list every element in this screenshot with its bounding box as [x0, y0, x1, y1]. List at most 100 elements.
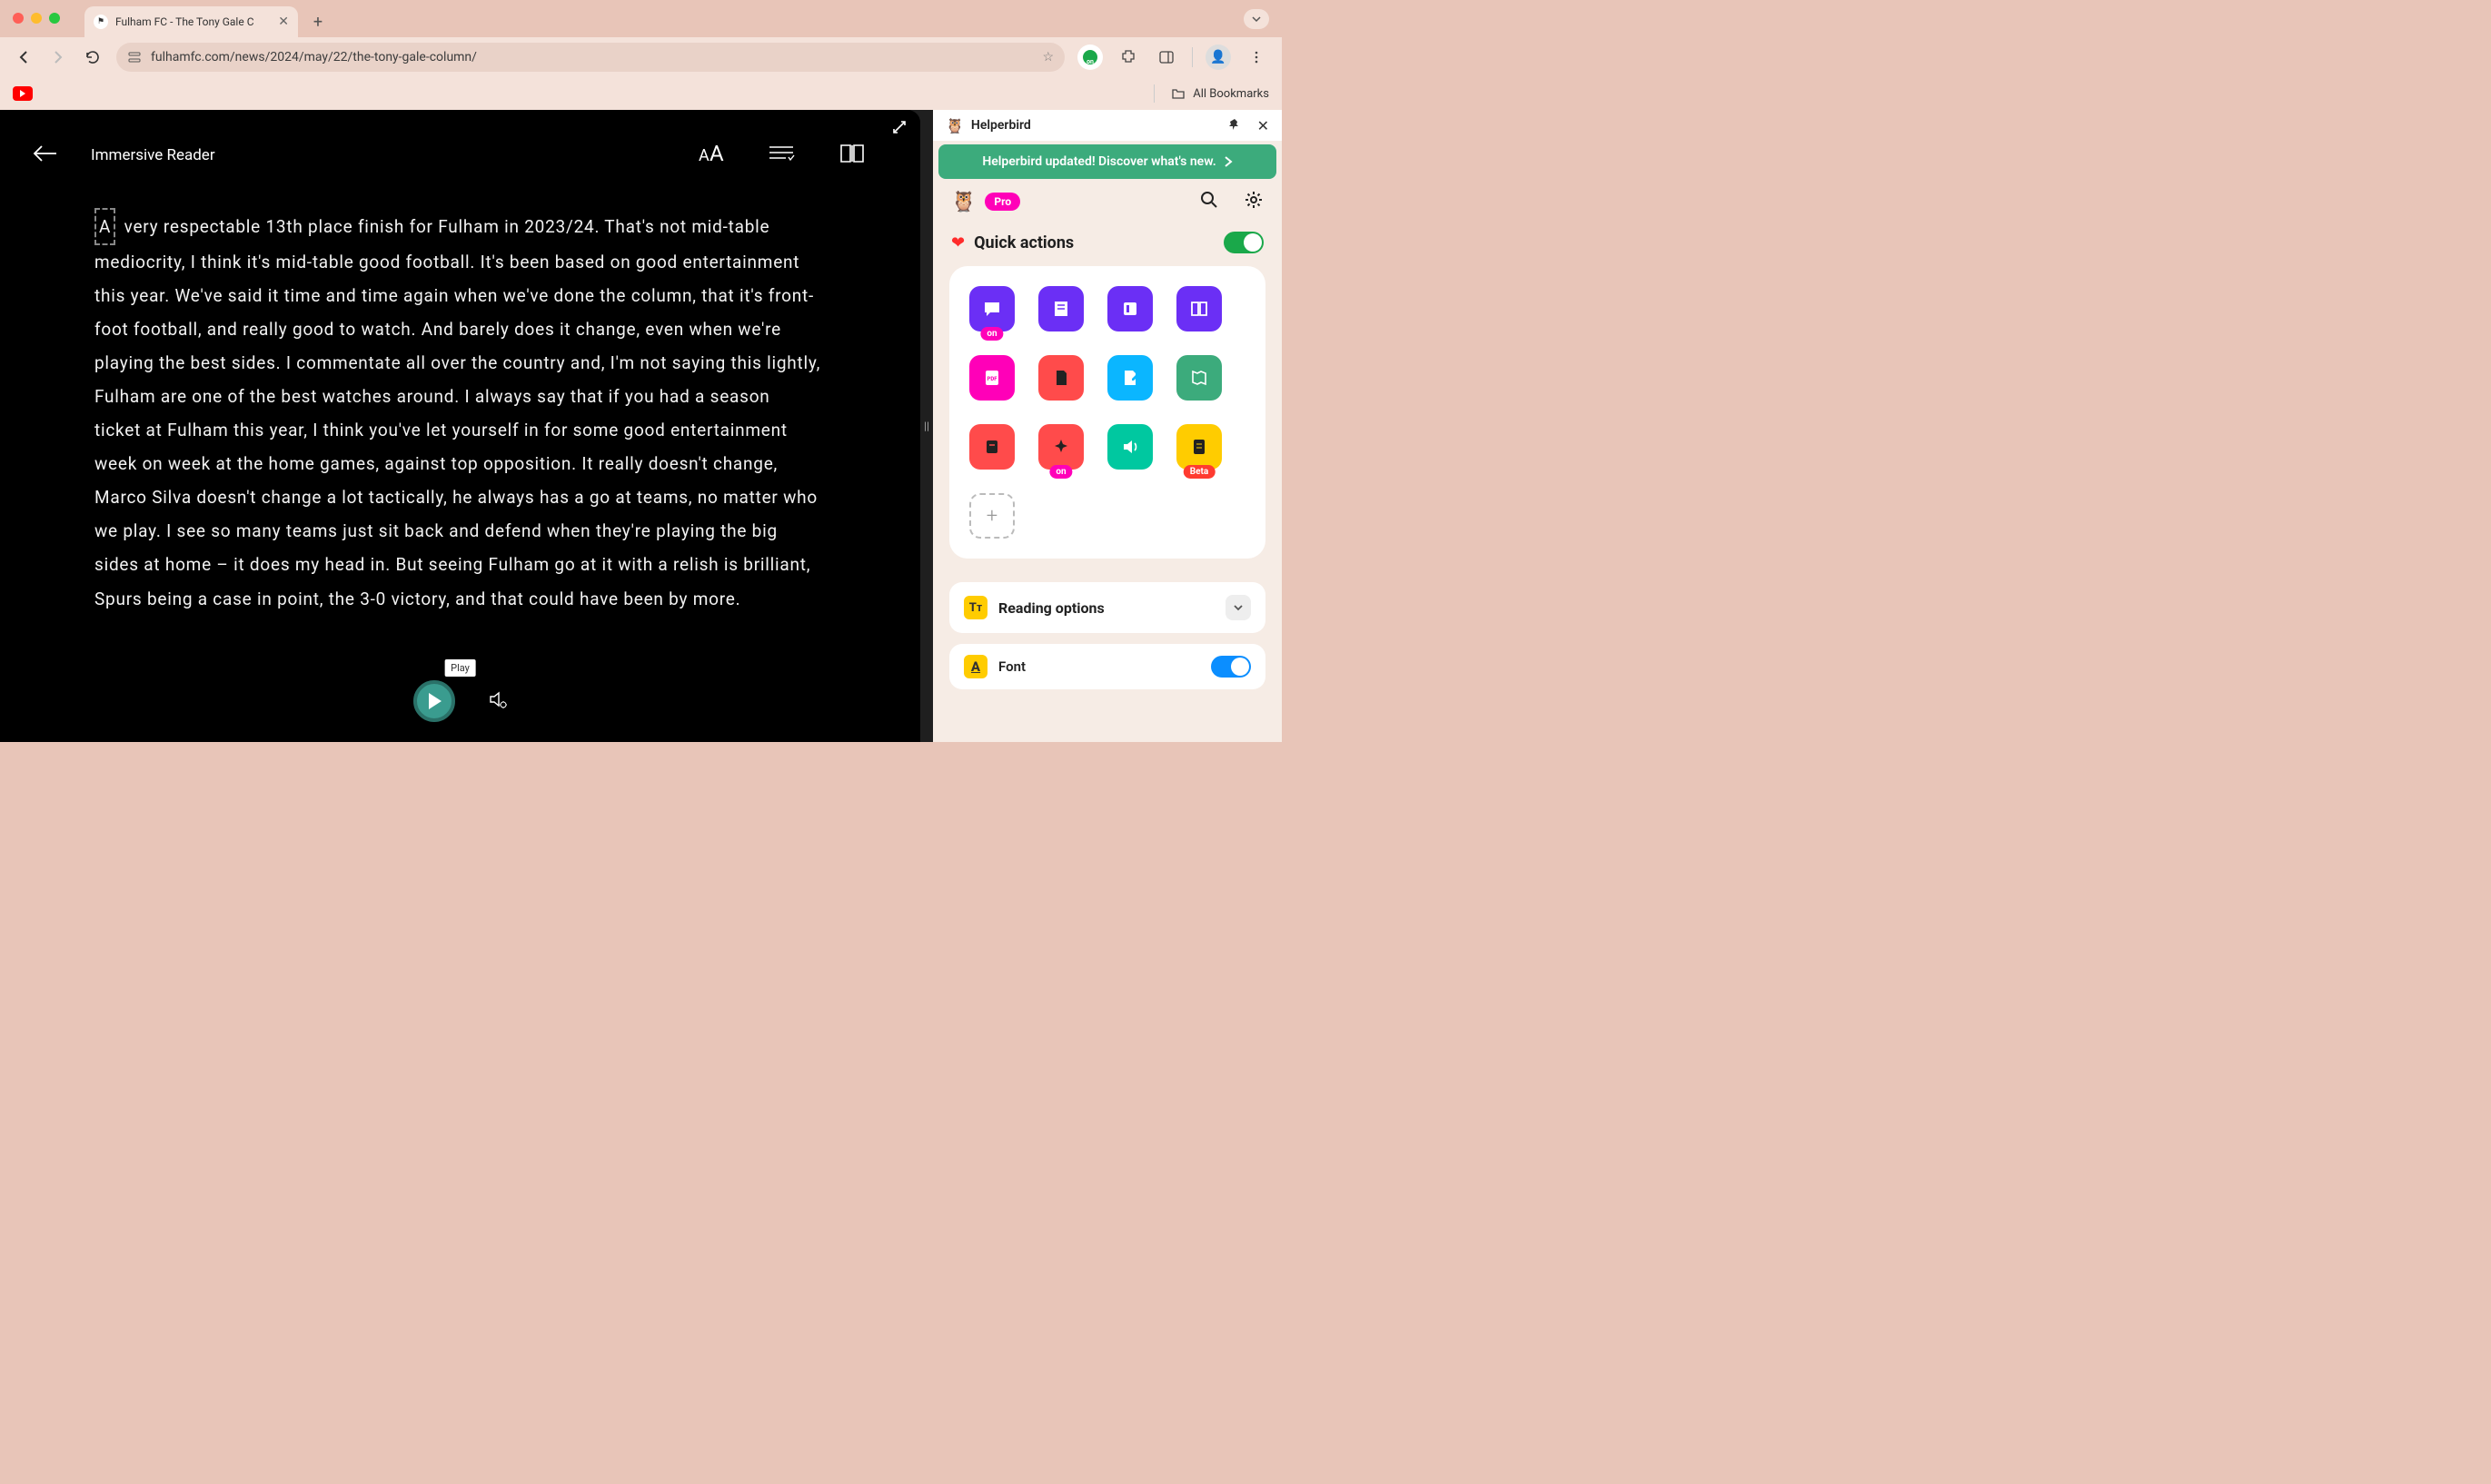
article-body: A very respectable 13th place finish for…	[94, 208, 821, 616]
url-bar[interactable]: fulhamfc.com/news/2024/may/22/the-tony-g…	[116, 43, 1065, 72]
side-panel-button[interactable]	[1154, 45, 1179, 70]
tab-title: Fulham FC - The Tony Gale C	[115, 15, 254, 28]
reader-header: Immersive Reader AA	[31, 135, 866, 175]
tab-bar: ⚑ Fulham FC - The Tony Gale C ✕ +	[0, 0, 1282, 37]
heart-icon: ❤	[951, 233, 965, 252]
bookmark-star-icon[interactable]: ☆	[1042, 50, 1054, 64]
update-banner[interactable]: Helperbird updated! Discover what's new.	[938, 144, 1276, 179]
search-button[interactable]	[1200, 191, 1218, 213]
voice-settings-button[interactable]	[488, 689, 508, 713]
qa-edit-icon[interactable]	[1107, 355, 1153, 401]
qa-map-icon[interactable]	[1176, 355, 1222, 401]
page-content: Immersive Reader AA A very respectable 1…	[0, 110, 1282, 742]
font-icon: A	[964, 655, 987, 678]
font-row: A Font	[949, 644, 1265, 689]
close-sidebar-button[interactable]: ✕	[1257, 117, 1269, 134]
reload-button[interactable]	[82, 46, 104, 68]
extension-name: Helperbird	[971, 118, 1031, 133]
qa-book-icon[interactable]	[1176, 286, 1222, 331]
minimize-window-button[interactable]	[31, 13, 42, 24]
qa-pdf-icon[interactable]: PDF	[969, 355, 1015, 401]
map-icon	[1188, 367, 1210, 389]
youtube-bookmark-icon[interactable]	[13, 86, 33, 101]
new-tab-button[interactable]: +	[305, 9, 331, 35]
forward-button[interactable]	[47, 46, 69, 68]
qa-chat-icon[interactable]: on	[969, 286, 1015, 331]
owl-icon: 🦉	[946, 117, 964, 134]
immersive-reader: Immersive Reader AA A very respectable 1…	[0, 110, 920, 742]
qa-note-line-icon[interactable]	[969, 424, 1015, 470]
svg-text:A: A	[710, 141, 724, 166]
browser-menu-button[interactable]	[1244, 45, 1269, 70]
quick-actions-header: ❤ Quick actions	[933, 221, 1282, 266]
helperbird-sidebar: 🦉 Helperbird ✕ Helperbird updated! Disco…	[933, 110, 1282, 742]
note-line-icon	[981, 436, 1003, 458]
extensions-button[interactable]	[1116, 45, 1141, 70]
font-toggle[interactable]	[1211, 656, 1251, 678]
sparkle-icon	[1050, 436, 1072, 458]
browser-toolbar: fulhamfc.com/news/2024/may/22/the-tony-g…	[0, 37, 1282, 77]
url-text: fulhamfc.com/news/2024/may/22/the-tony-g…	[151, 50, 477, 64]
qa-badge: Beta	[1184, 465, 1216, 479]
qa-speaker-icon[interactable]	[1107, 424, 1153, 470]
owl-logo-icon: 🦉	[951, 191, 976, 213]
edit-icon	[1119, 367, 1141, 389]
play-icon	[427, 692, 443, 710]
reader-tools: AA	[695, 141, 866, 170]
panel-resize-handle[interactable]: ||	[920, 110, 933, 742]
qa-sparkle-icon[interactable]: on	[1038, 424, 1084, 470]
grammar-options-button[interactable]	[768, 143, 795, 168]
dropcap: A	[94, 208, 115, 245]
text-size-icon: Tᴛ	[964, 596, 987, 619]
quick-actions-card: on PDF on Beta +	[949, 266, 1265, 559]
qa-badge: on	[980, 327, 1003, 341]
profile-avatar[interactable]: 👤	[1206, 45, 1231, 70]
quick-actions-grid: on PDF on Beta +	[969, 286, 1246, 539]
article-text: very respectable 13th place finish for F…	[94, 216, 820, 609]
favicon-icon: ⚑	[94, 15, 108, 29]
qa-notes-icon[interactable]	[1038, 286, 1084, 331]
chat-icon	[981, 298, 1003, 320]
tabs-dropdown-button[interactable]	[1244, 9, 1269, 29]
chevron-down-icon	[1251, 14, 1262, 25]
qa-document-icon[interactable]	[1038, 355, 1084, 401]
quick-actions-toggle[interactable]	[1224, 232, 1264, 253]
all-bookmarks-button[interactable]: All Bookmarks	[1193, 87, 1269, 101]
notes-icon	[1050, 298, 1072, 320]
pin-button[interactable]	[1228, 117, 1241, 134]
site-settings-icon[interactable]	[127, 50, 142, 64]
speaker-icon	[1119, 436, 1141, 458]
play-tooltip: Play	[444, 659, 476, 677]
play-controls	[413, 680, 508, 722]
settings-button[interactable]	[1244, 190, 1264, 213]
sidebar-header: 🦉 Helperbird ✕	[933, 110, 1282, 141]
text-preferences-button[interactable]: AA	[695, 141, 724, 170]
reading-preferences-button[interactable]	[839, 142, 866, 169]
quick-actions-title: Quick actions	[974, 233, 1074, 252]
svg-text:A: A	[699, 146, 710, 165]
reader-title: Immersive Reader	[91, 146, 215, 164]
qa-reader-icon[interactable]	[1107, 286, 1153, 331]
play-button[interactable]	[413, 680, 455, 722]
back-button[interactable]	[13, 46, 35, 68]
qa-badge: on	[1049, 465, 1072, 479]
close-window-button[interactable]	[13, 13, 24, 24]
bookmarks-bar: All Bookmarks	[0, 77, 1282, 110]
sidebar-toolbar: 🦉 Pro	[933, 183, 1282, 221]
expand-icon[interactable]	[891, 119, 908, 139]
browser-tab[interactable]: ⚑ Fulham FC - The Tony Gale C ✕	[84, 6, 298, 37]
chevron-down-icon	[1233, 602, 1244, 613]
window-controls	[13, 13, 60, 24]
document-icon	[1050, 367, 1072, 389]
chevron-right-icon	[1224, 156, 1233, 167]
reading-options-section[interactable]: Tᴛ Reading options	[949, 582, 1265, 633]
qa-calculator-icon[interactable]: Beta	[1176, 424, 1222, 470]
qa-add-button[interactable]: +	[969, 493, 1015, 539]
helperbird-extension-button[interactable]: on	[1077, 45, 1103, 70]
svg-text:PDF: PDF	[987, 376, 997, 382]
reader-back-button[interactable]	[31, 143, 58, 168]
folder-icon	[1171, 86, 1186, 101]
expand-section-button[interactable]	[1226, 595, 1251, 620]
maximize-window-button[interactable]	[49, 13, 60, 24]
close-tab-icon[interactable]: ✕	[278, 15, 289, 29]
